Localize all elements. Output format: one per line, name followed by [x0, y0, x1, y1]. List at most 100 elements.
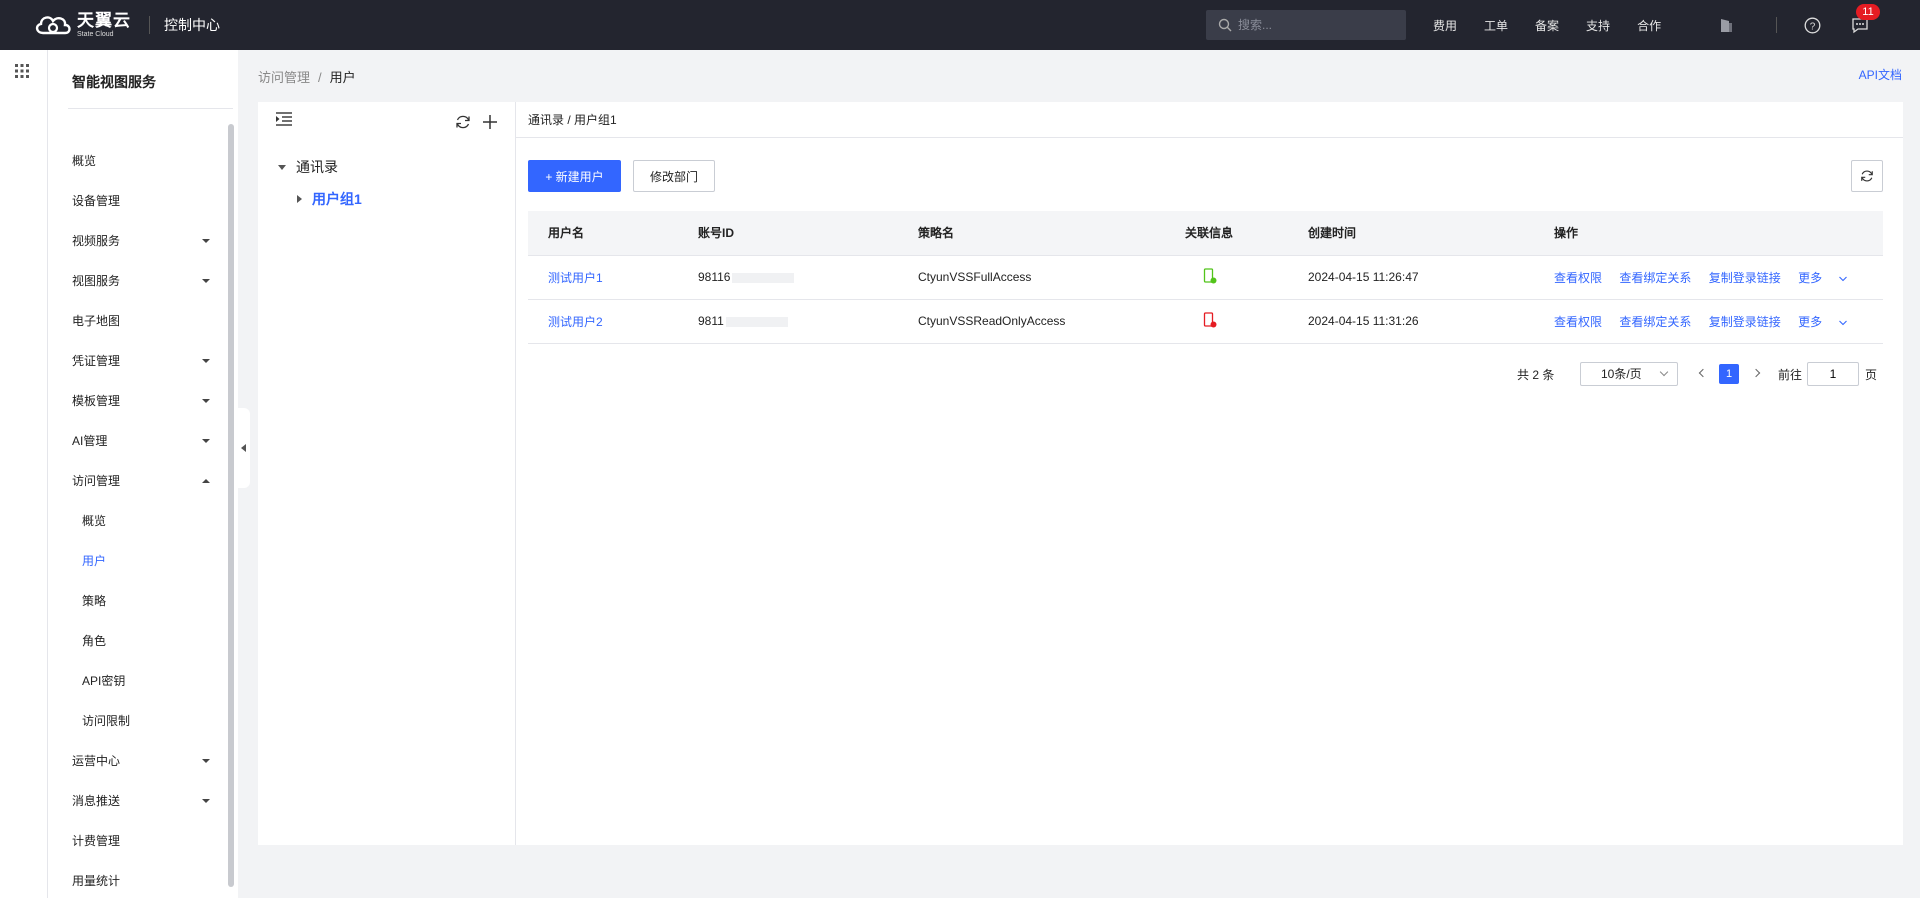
user-name-link[interactable]: 测试用户2	[548, 315, 603, 329]
nav-support[interactable]: 支持	[1586, 17, 1610, 34]
help-icon[interactable]: ?	[1802, 15, 1822, 35]
search-input[interactable]	[1238, 18, 1388, 32]
view-bindings-link[interactable]: 查看绑定关系	[1619, 315, 1691, 329]
copy-login-link[interactable]: 复制登录链接	[1709, 315, 1781, 329]
sidebar-item-access[interactable]: 访问管理	[72, 461, 222, 501]
sidebar-item-label: 消息推送	[72, 794, 121, 808]
nav-filing[interactable]: 备案	[1535, 17, 1559, 34]
nav-ticket[interactable]: 工单	[1484, 17, 1508, 34]
sidebar-item-map[interactable]: 电子地图	[72, 301, 222, 341]
sidebar-subitem-access-limits[interactable]: 访问限制	[82, 701, 232, 741]
chevron-down-icon	[202, 359, 210, 363]
tree-node-label: 通讯录	[296, 159, 338, 175]
user-name-link[interactable]: 测试用户1	[548, 271, 603, 285]
refresh-icon[interactable]	[455, 114, 471, 130]
top-bar: 天翼云 State Cloud 控制中心 费用 工单 备案 支持 合作 ? 11	[0, 0, 1920, 50]
sidebar-subitem-overview[interactable]: 概览	[82, 501, 232, 541]
breadcrumb-current: 用户	[329, 70, 356, 85]
col-policy: 策略名	[898, 211, 1185, 256]
api-doc-link[interactable]: API文档	[1859, 66, 1902, 83]
col-related: 关联信息	[1185, 211, 1288, 256]
sidebar-item-push[interactable]: 消息推送	[72, 781, 222, 821]
sidebar-item-billing[interactable]: 计费管理	[72, 821, 222, 861]
sidebar-item-label: 运营中心	[72, 754, 121, 768]
more-dropdown[interactable]: 更多	[1798, 315, 1848, 329]
created-time: 2024-04-15 11:31:26	[1288, 299, 1534, 344]
sidebar-item-label: AI管理	[72, 434, 108, 448]
sidebar-item-credentials[interactable]: 凭证管理	[72, 341, 222, 381]
global-search[interactable]	[1206, 10, 1406, 40]
new-user-button[interactable]: + 新建用户	[528, 160, 621, 192]
nav-partner[interactable]: 合作	[1637, 17, 1661, 34]
sidebar-item-label: 视频服务	[72, 234, 121, 248]
sidebar-subitem-roles[interactable]: 角色	[82, 621, 232, 661]
sidebar-subitem-policies[interactable]: 策略	[82, 581, 232, 621]
nav-fee[interactable]: 费用	[1433, 17, 1457, 34]
search-icon	[1218, 18, 1232, 32]
pagination-total: 共 2 条	[1517, 368, 1555, 382]
sidebar-item-usage[interactable]: 用量统计	[72, 861, 222, 898]
related-info-cell	[1185, 299, 1288, 344]
divider	[68, 108, 233, 109]
sidebar-item-devices[interactable]: 设备管理	[72, 181, 222, 221]
tree-node-root[interactable]: 通讯录	[278, 157, 338, 177]
col-username: 用户名	[528, 211, 678, 256]
phone-unbound-icon[interactable]	[1203, 311, 1217, 328]
chevron-left-icon	[241, 444, 246, 452]
row-actions: 查看权限 查看绑定关系 复制登录链接 更多	[1534, 299, 1883, 344]
divider	[1776, 17, 1777, 33]
tree-node-group1[interactable]: 用户组1	[297, 189, 362, 209]
breadcrumb-parent[interactable]: 访问管理	[258, 70, 310, 85]
policy-name: CtyunVSSFullAccess	[898, 255, 1185, 300]
edit-department-button[interactable]: 修改部门	[633, 160, 715, 192]
sidebar-item-label: 模板管理	[72, 394, 121, 408]
sidebar-subitem-api-keys[interactable]: API密钥	[82, 661, 232, 701]
sidebar-item-operations[interactable]: 运营中心	[72, 741, 222, 781]
sidebar-item-label: 访问管理	[72, 474, 121, 488]
goto-page-input[interactable]	[1807, 362, 1859, 386]
sidebar-item-label: 视图服务	[72, 274, 121, 288]
building-icon[interactable]	[1716, 15, 1736, 35]
chevron-down-icon	[202, 279, 210, 283]
col-actions: 操作	[1534, 211, 1883, 256]
top-nav: 费用 工单 备案 支持 合作	[1433, 0, 1688, 50]
console-title[interactable]: 控制中心	[164, 15, 220, 35]
masked-text	[732, 272, 795, 283]
apps-grid-icon[interactable]	[15, 64, 29, 78]
phone-bound-icon[interactable]	[1203, 267, 1217, 284]
user-table: 用户名 账号ID 策略名 关联信息 创建时间 操作 测试用户1 98116 Ct…	[528, 211, 1883, 344]
table-row: 测试用户2 9811 CtyunVSSReadOnlyAccess 2024-0…	[528, 299, 1883, 344]
sidebar-item-video[interactable]: 视频服务	[72, 221, 222, 261]
related-info-cell	[1185, 255, 1288, 300]
page-number-current[interactable]: 1	[1719, 364, 1739, 384]
page-size-select[interactable]: 10条/页	[1580, 362, 1678, 386]
table-refresh-button[interactable]	[1851, 160, 1883, 192]
copy-login-link[interactable]: 复制登录链接	[1709, 271, 1781, 285]
product-strip	[0, 50, 48, 898]
chevron-down-icon	[202, 759, 210, 763]
view-bindings-link[interactable]: 查看绑定关系	[1619, 271, 1691, 285]
sidebar: 智能视图服务 概览 设备管理 视频服务 视图服务 电子地图 凭证管理 模板管理 …	[48, 50, 238, 898]
view-permissions-link[interactable]: 查看权限	[1554, 271, 1602, 285]
sidebar-subitem-users[interactable]: 用户	[82, 541, 232, 581]
brand-logo[interactable]: 天翼云 State Cloud	[33, 12, 131, 38]
indent-menu-icon[interactable]	[276, 112, 292, 126]
chevron-down-icon	[202, 239, 210, 243]
sidebar-item-view[interactable]: 视图服务	[72, 261, 222, 301]
add-icon[interactable]	[482, 114, 498, 130]
view-permissions-link[interactable]: 查看权限	[1554, 315, 1602, 329]
more-dropdown[interactable]: 更多	[1798, 271, 1848, 285]
row-actions: 查看权限 查看绑定关系 复制登录链接 更多	[1534, 255, 1883, 300]
sidebar-scrollbar[interactable]	[228, 124, 234, 887]
sidebar-item-templates[interactable]: 模板管理	[72, 381, 222, 421]
sidebar-item-overview[interactable]: 概览	[72, 141, 222, 181]
sidebar-collapse-handle[interactable]	[238, 408, 250, 488]
content-path: 通讯录 / 用户组1	[516, 102, 1903, 138]
account-id: 98116	[698, 270, 731, 284]
sidebar-item-ai[interactable]: AI管理	[72, 421, 222, 461]
col-created: 创建时间	[1288, 211, 1534, 256]
chevron-down-icon	[202, 799, 210, 803]
chevron-down-icon	[1839, 276, 1848, 281]
refresh-icon	[1861, 170, 1873, 182]
table-row: 测试用户1 98116 CtyunVSSFullAccess 2024-04-1…	[528, 255, 1883, 300]
